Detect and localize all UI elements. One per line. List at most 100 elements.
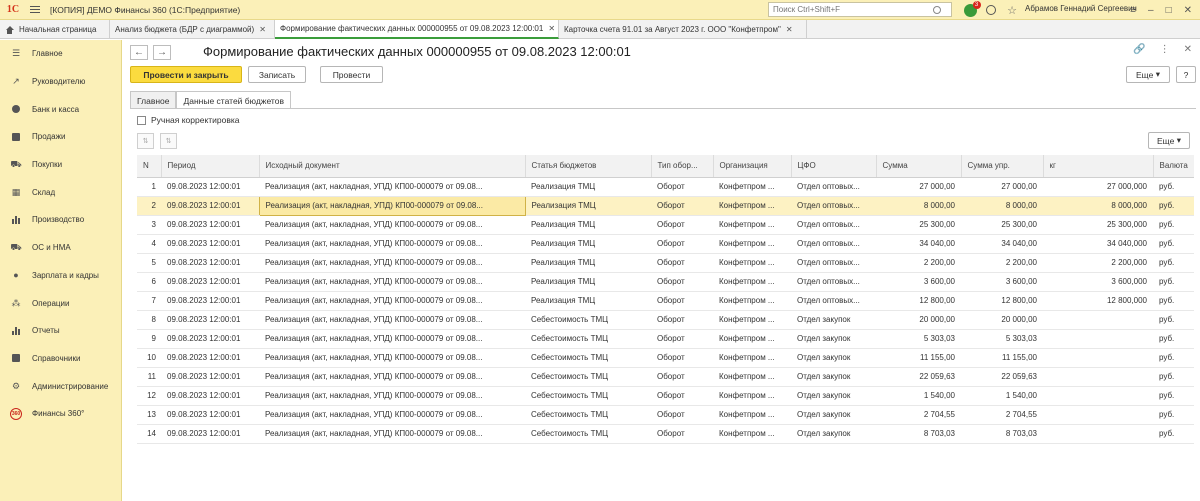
table-cell[interactable]: Реализация ТМЦ — [525, 234, 651, 254]
table-cell[interactable] — [1043, 310, 1153, 330]
table-cell[interactable] — [1043, 386, 1153, 406]
table-cell[interactable]: 20 000,00 — [876, 310, 961, 330]
table-cell[interactable]: 2 200,000 — [1043, 253, 1153, 273]
table-cell[interactable] — [1043, 367, 1153, 387]
table-cell[interactable]: Себестоимость ТМЦ — [525, 329, 651, 349]
table-cell[interactable]: Оборот — [651, 291, 713, 311]
minimize-icon[interactable]: – — [1148, 5, 1154, 16]
table-cell[interactable]: Реализация ТМЦ — [525, 291, 651, 311]
table-cell[interactable]: Оборот — [651, 329, 713, 349]
table-cell[interactable]: Реализация ТМЦ — [525, 272, 651, 292]
table-cell[interactable]: Оборот — [651, 348, 713, 368]
close-tab-icon[interactable]: ✕ — [786, 25, 793, 34]
table-cell[interactable]: руб. — [1153, 405, 1194, 425]
table-row[interactable]: 14 09.08.2023 12:00:01 Реализация (акт, на… — [137, 424, 1194, 444]
table-cell[interactable]: Конфетпром ... — [713, 405, 791, 425]
col-header[interactable]: Валюта — [1153, 155, 1194, 178]
table-cell[interactable]: Реализация (акт, накладная, УПД) КП00-00… — [259, 272, 525, 292]
table-cell[interactable]: Себестоимость ТМЦ — [525, 367, 651, 387]
table-cell[interactable]: руб. — [1153, 234, 1194, 254]
table-cell[interactable]: Оборот — [651, 234, 713, 254]
table-cell[interactable]: Реализация (акт, накладная, УПД) КП00-00… — [259, 386, 525, 406]
table-cell[interactable]: Конфетпром ... — [713, 386, 791, 406]
table-cell[interactable]: руб. — [1153, 196, 1194, 216]
table-row[interactable]: 13 09.08.2023 12:00:01 Реализация (акт, на… — [137, 405, 1194, 425]
table-cell[interactable]: Реализация ТМЦ — [525, 215, 651, 235]
table-cell[interactable]: 25 300,00 — [876, 215, 961, 235]
table-cell[interactable]: Оборот — [651, 253, 713, 273]
col-header[interactable]: Сумма — [876, 155, 962, 178]
table-cell[interactable]: Реализация (акт, накладная, УПД) КП00-00… — [259, 234, 525, 254]
table-cell[interactable]: 13 — [137, 405, 161, 425]
table-cell[interactable] — [1043, 424, 1153, 444]
table-row[interactable]: 3 09.08.2023 12:00:01 Реализация (акт, нак… — [137, 215, 1194, 235]
table-cell[interactable]: Реализация (акт, накладная, УПД) КП00-00… — [259, 367, 525, 387]
table-row[interactable]: 1 09.08.2023 12:00:01 Реализация (акт, нак… — [137, 177, 1194, 197]
table-cell[interactable]: руб. — [1153, 348, 1194, 368]
table-row[interactable]: 5 09.08.2023 12:00:01 Реализация (акт, нак… — [137, 253, 1194, 273]
table-cell[interactable]: 09.08.2023 12:00:01 — [161, 348, 259, 368]
table-cell[interactable]: 5 303,03 — [876, 329, 961, 349]
table-cell[interactable]: 6 — [137, 272, 161, 292]
table-cell[interactable]: 27 000,000 — [1043, 177, 1153, 197]
tab-home[interactable]: Начальная страница — [0, 20, 110, 39]
table-cell[interactable]: 11 — [137, 367, 161, 387]
table-cell[interactable]: 34 040,000 — [1043, 234, 1153, 254]
table-cell[interactable] — [1043, 329, 1153, 349]
table-cell[interactable]: 8 703,03 — [876, 424, 961, 444]
forward-button[interactable]: → — [153, 45, 171, 60]
user-name[interactable]: Абрамов Геннадий Сергеевич — [1025, 4, 1137, 13]
table-cell[interactable]: Отдел оптовых... — [791, 291, 876, 311]
table-cell[interactable]: Оборот — [651, 215, 713, 235]
table-cell[interactable]: 8 000,00 — [961, 196, 1043, 216]
sidebar-item-main[interactable]: ☰ Главное — [0, 40, 121, 68]
tab-account-card[interactable]: Карточка счета 91.01 за Август 2023 г. О… — [559, 20, 807, 39]
table-cell[interactable]: 22 059,63 — [876, 367, 961, 387]
table-cell[interactable]: 09.08.2023 12:00:01 — [161, 196, 259, 216]
table-row[interactable]: 8 09.08.2023 12:00:01 Реализация (акт, нак… — [137, 310, 1194, 330]
table-cell[interactable]: руб. — [1153, 272, 1194, 292]
table-cell[interactable]: Отдел закупок — [791, 424, 876, 444]
table-row[interactable]: 12 09.08.2023 12:00:01 Реализация (акт, на… — [137, 386, 1194, 406]
tab-budget-analysis[interactable]: Анализ бюджета (БДР с диаграммой) ✕ — [110, 20, 275, 39]
table-cell[interactable]: Отдел закупок — [791, 386, 876, 406]
table-cell[interactable]: Отдел оптовых... — [791, 215, 876, 235]
table-cell[interactable]: 10 — [137, 348, 161, 368]
table-cell[interactable]: Конфетпром ... — [713, 367, 791, 387]
table-cell[interactable]: 7 — [137, 291, 161, 311]
table-cell[interactable]: 14 — [137, 424, 161, 444]
table-cell[interactable]: 09.08.2023 12:00:01 — [161, 177, 259, 197]
table-cell[interactable]: Отдел закупок — [791, 310, 876, 330]
table-cell[interactable]: 34 040,00 — [876, 234, 961, 254]
sidebar-item-manager[interactable]: ↗ Руководителю — [0, 68, 121, 96]
table-row[interactable]: 4 09.08.2023 12:00:01 Реализация (акт, нак… — [137, 234, 1194, 254]
table-row[interactable]: 6 09.08.2023 12:00:01 Реализация (акт, нак… — [137, 272, 1194, 292]
table-cell[interactable]: Реализация ТМЦ — [525, 253, 651, 273]
table-cell[interactable]: Отдел закупок — [791, 367, 876, 387]
table-row[interactable]: 10 09.08.2023 12:00:01 Реализация (акт, на… — [137, 348, 1194, 368]
close-tab-icon[interactable]: ✕ — [548, 24, 555, 33]
table-more-button[interactable]: Еще ▾ — [1148, 132, 1190, 149]
table-cell[interactable]: Оборот — [651, 272, 713, 292]
save-button[interactable]: Записать — [248, 66, 306, 83]
table-cell[interactable]: 4 — [137, 234, 161, 254]
more-button[interactable]: Еще ▾ — [1126, 66, 1170, 83]
table-cell[interactable]: 12 800,000 — [1043, 291, 1153, 311]
table-cell[interactable]: Конфетпром ... — [713, 424, 791, 444]
help-button[interactable]: ? — [1176, 66, 1196, 83]
table-cell[interactable]: Реализация ТМЦ — [525, 196, 651, 216]
table-cell[interactable]: Реализация (акт, накладная, УПД) КП00-00… — [259, 310, 525, 330]
table-cell[interactable]: 1 540,00 — [876, 386, 961, 406]
table-cell[interactable]: Себестоимость ТМЦ — [525, 310, 651, 330]
table-cell[interactable]: Конфетпром ... — [713, 272, 791, 292]
sidebar-item-references[interactable]: Справочники — [0, 345, 121, 373]
table-cell[interactable]: Отдел закупок — [791, 405, 876, 425]
table-cell[interactable]: Оборот — [651, 386, 713, 406]
table-cell[interactable]: 2 200,00 — [876, 253, 961, 273]
table-cell[interactable]: 8 703,03 — [961, 424, 1043, 444]
table-row[interactable]: 9 09.08.2023 12:00:01 Реализация (акт, нак… — [137, 329, 1194, 349]
table-cell[interactable]: Конфетпром ... — [713, 196, 791, 216]
table-cell[interactable]: Оборот — [651, 177, 713, 197]
table-cell[interactable]: 25 300,000 — [1043, 215, 1153, 235]
table-row[interactable]: 2 09.08.2023 12:00:01 Реализация (акт, нак… — [137, 195, 1194, 216]
